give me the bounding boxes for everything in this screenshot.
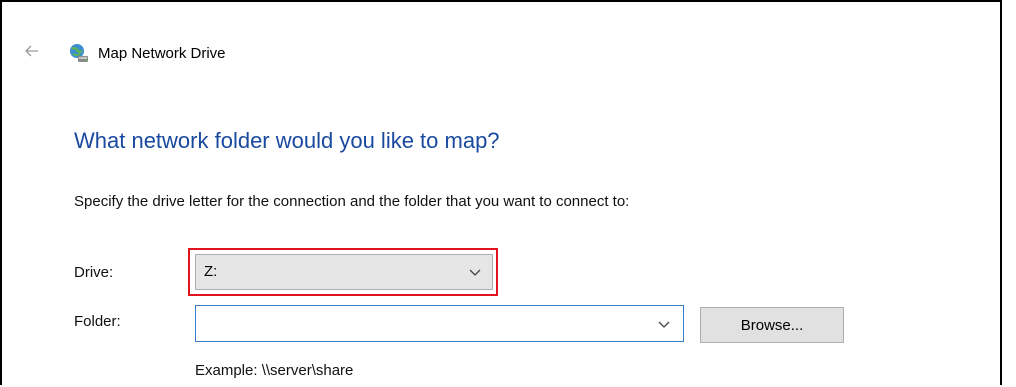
instruction-text: Specify the drive letter for the connect… <box>74 193 630 210</box>
drive-label: Drive: <box>74 264 114 281</box>
folder-combobox[interactable] <box>195 305 684 342</box>
example-text: Example: \\server\share <box>195 362 354 379</box>
map-network-drive-window: Map Network Drive What network folder wo… <box>0 0 1002 385</box>
folder-label: Folder: <box>74 313 121 330</box>
back-arrow-glyph <box>25 45 38 57</box>
chevron-down-icon <box>468 265 482 279</box>
folder-input[interactable] <box>196 306 646 341</box>
browse-button[interactable]: Browse... <box>700 307 844 343</box>
network-drive-icon <box>68 42 90 64</box>
chevron-down-icon[interactable] <box>657 317 671 331</box>
window-title: Map Network Drive <box>98 45 226 62</box>
back-arrow-icon[interactable] <box>24 43 44 63</box>
page-heading: What network folder would you like to ma… <box>74 128 500 153</box>
drive-select-value: Z: <box>204 263 218 280</box>
drive-select[interactable]: Z: <box>195 254 493 290</box>
